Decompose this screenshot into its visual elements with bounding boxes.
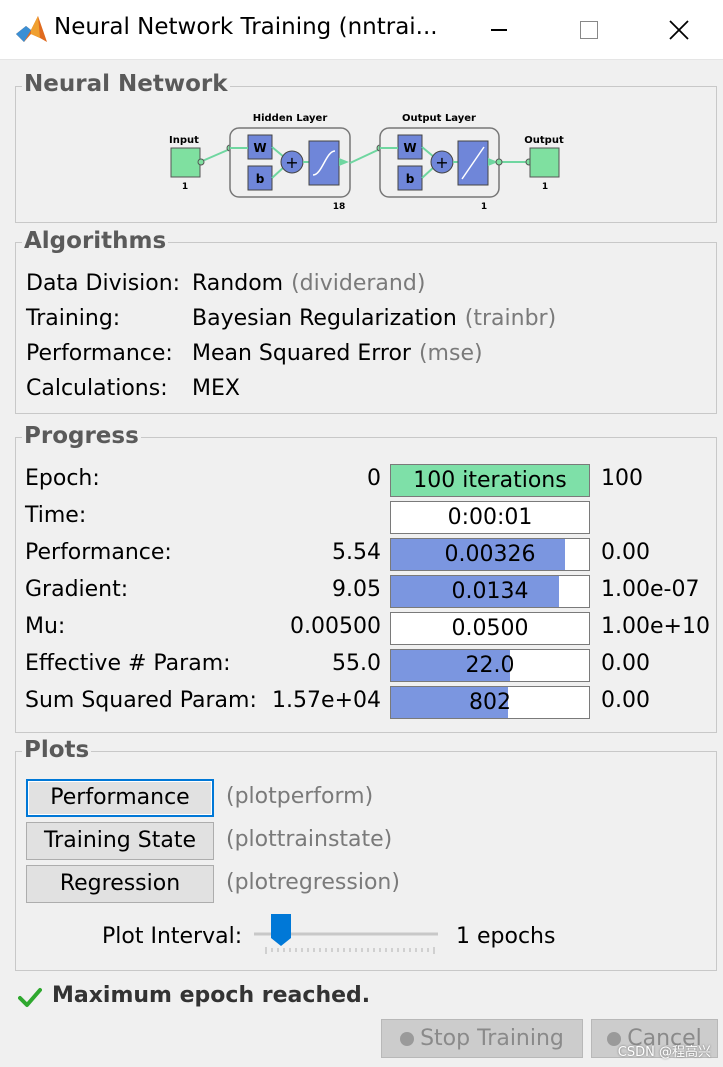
minimize-icon	[491, 29, 507, 31]
progress-bar: 802	[390, 686, 590, 719]
progress-bar: 0:00:01	[390, 501, 590, 534]
progress-end-value: 0.00	[601, 651, 650, 676]
progress-label: Gradient:	[25, 577, 129, 602]
plot-function-name: (plotperform)	[226, 784, 374, 809]
panel-title: Neural Network	[22, 71, 230, 97]
progress-current-value: 0.0134	[451, 579, 529, 604]
input-size: 1	[182, 182, 188, 192]
progress-end-value: 100	[601, 466, 643, 491]
close-button[interactable]	[634, 0, 723, 60]
progress-label: Effective # Param:	[25, 651, 231, 676]
progress-bar: 0.00326	[390, 538, 590, 571]
progress-row-gradient: Gradient: 9.05 0.0134 1.00e-07	[16, 575, 718, 608]
progress-row-epoch: Epoch: 0 100 iterations 100	[16, 464, 718, 497]
hidden-bias-label: b	[256, 172, 265, 186]
progress-bar: 22.0	[390, 649, 590, 682]
progress-row-performance: Performance: 5.54 0.00326 0.00	[16, 538, 718, 571]
watermark: CSDN @程高兴	[617, 1045, 711, 1060]
minimize-button[interactable]	[454, 0, 544, 60]
algorithm-value: MEX	[192, 376, 240, 401]
progress-label: Sum Squared Param:	[25, 688, 257, 713]
progress-bar: 0.0500	[390, 612, 590, 645]
progress-start-value: 0	[367, 466, 381, 491]
progress-row-mu: Mu: 0.00500 0.0500 1.00e+10	[16, 612, 718, 645]
output-label: Output	[524, 135, 564, 146]
progress-label: Performance:	[25, 540, 172, 565]
algorithm-value: Mean Squared Error (mse)	[192, 341, 483, 366]
output-bias-label: b	[406, 172, 415, 186]
plot-interval-slider[interactable]	[252, 912, 442, 964]
output-box	[529, 147, 560, 178]
algorithm-label: Calculations:	[26, 376, 168, 401]
status-text: Maximum epoch reached.	[52, 983, 371, 1008]
hidden-sum-label: +	[285, 153, 298, 172]
progress-current-value: 0.00326	[444, 542, 536, 567]
progress-end-value: 0.00	[601, 540, 650, 565]
network-diagram: Input 1 Hidden Layer W b + 18 Output Lay…	[169, 113, 564, 212]
progress-panel: Progress Epoch: 0 100 iterations 100 Tim…	[15, 423, 718, 733]
input-label: Input	[169, 135, 199, 146]
progress-current-value: 802	[469, 690, 511, 715]
algorithm-label: Data Division:	[26, 271, 181, 296]
progress-start-value: 1.57e+04	[272, 688, 381, 713]
maximize-button[interactable]	[544, 0, 634, 60]
progress-row-time: Time: 0:00:01	[16, 501, 718, 534]
progress-current-value: 100 iterations	[413, 468, 567, 493]
progress-current-value: 22.0	[465, 653, 515, 678]
panel-title: Plots	[22, 737, 92, 763]
progress-end-value: 0.00	[601, 688, 650, 713]
progress-start-value: 9.05	[332, 577, 381, 602]
plot-function-name: (plottrainstate)	[226, 827, 393, 852]
check-icon	[18, 988, 42, 1007]
progress-start-value: 0.00500	[290, 614, 381, 639]
algorithm-value: Bayesian Regularization (trainbr)	[192, 306, 557, 331]
progress-start-value: 55.0	[332, 651, 381, 676]
close-icon	[669, 20, 689, 40]
stop-training-label: Stop Training	[420, 1026, 564, 1051]
plot-interval-label: Plot Interval:	[102, 924, 243, 949]
matlab-logo-icon	[16, 16, 47, 42]
progress-end-value: 1.00e-07	[601, 577, 700, 602]
output-layer-label: Output Layer	[402, 113, 476, 124]
progress-current-value: 0:00:01	[447, 505, 533, 530]
algorithm-value: Random (dividerand)	[192, 271, 426, 296]
algorithms-panel: Algorithms Data Division: Random (divider…	[15, 228, 717, 414]
output-weight-label: W	[403, 141, 416, 155]
stop-training-button[interactable]: Stop Training	[381, 1019, 583, 1058]
progress-bar: 100 iterations	[390, 464, 590, 497]
slider-thumb[interactable]	[271, 914, 291, 946]
progress-label: Mu:	[25, 614, 66, 639]
progress-label: Epoch:	[25, 466, 100, 491]
progress-start-value: 5.54	[332, 540, 381, 565]
title-bar: Neural Network Training (nntrai...	[0, 0, 723, 60]
progress-row-sum-squared-params: Sum Squared Param: 1.57e+04 802 0.00	[16, 686, 718, 719]
algorithm-label: Training:	[26, 306, 121, 331]
plot-interval-value: 1 epochs	[456, 924, 556, 949]
progress-bar: 0.0134	[390, 575, 590, 608]
algorithm-label: Performance:	[26, 341, 173, 366]
window-title: Neural Network Training (nntrai...	[54, 14, 438, 40]
panel-title: Algorithms	[22, 228, 169, 254]
input-box	[170, 147, 201, 178]
stop-icon	[400, 1031, 415, 1046]
plot-function-name: (plotregression)	[226, 870, 400, 895]
hidden-layer-label: Hidden Layer	[253, 113, 328, 124]
hidden-size: 18	[333, 202, 346, 212]
output-size: 1	[542, 182, 548, 192]
progress-label: Time:	[25, 503, 87, 528]
progress-row-effective-params: Effective # Param: 55.0 22.0 0.00	[16, 649, 718, 682]
plot-performance-button[interactable]: Performance	[26, 779, 214, 817]
neural-network-panel: Neural Network Input 1 Hidden Layer W b …	[15, 71, 717, 223]
plots-panel: Plots Performance (plotperform) Training…	[15, 737, 717, 971]
progress-current-value: 0.0500	[451, 616, 529, 641]
progress-end-value: 1.00e+10	[601, 614, 710, 639]
panel-title: Progress	[22, 423, 141, 449]
plot-training-state-button[interactable]: Training State	[26, 822, 214, 860]
output-layer-size: 1	[481, 202, 487, 212]
maximize-icon	[580, 21, 598, 39]
plot-regression-button[interactable]: Regression	[26, 865, 214, 903]
output-sum-label: +	[435, 153, 448, 172]
hidden-weight-label: W	[253, 141, 266, 155]
